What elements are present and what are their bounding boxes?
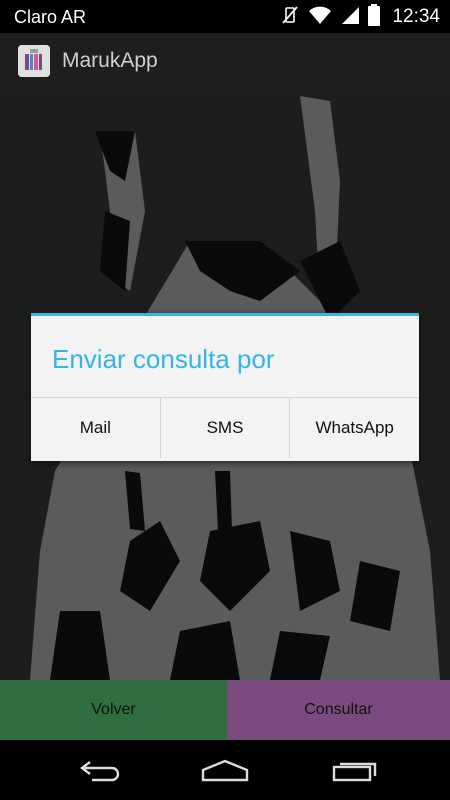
consult-button[interactable]: Consultar <box>227 680 450 740</box>
send-inquiry-dialog: Enviar consulta por Mail SMS WhatsApp <box>31 313 419 461</box>
back-button[interactable]: Volver <box>0 680 227 740</box>
sms-button[interactable]: SMS <box>161 398 291 458</box>
back-icon[interactable] <box>70 754 130 786</box>
system-nav-bar <box>0 740 450 800</box>
app-title: MarukApp <box>62 49 158 72</box>
app-icon[interactable] <box>18 45 50 77</box>
wifi-icon <box>308 5 332 30</box>
action-bar: MarukApp <box>0 33 450 91</box>
dialog-title: Enviar consulta por <box>52 344 275 374</box>
bottom-action-bar: Volver Consultar <box>0 680 450 740</box>
vibrate-off-icon <box>280 5 300 30</box>
status-icons: 12:34 <box>280 3 440 31</box>
mail-button[interactable]: Mail <box>31 398 161 458</box>
recents-icon[interactable] <box>325 754 385 786</box>
whatsapp-button[interactable]: WhatsApp <box>290 398 419 458</box>
clock: 12:34 <box>392 6 440 27</box>
dialog-button-row: Mail SMS WhatsApp <box>31 398 419 458</box>
carrier-name: Claro AR <box>14 7 87 27</box>
battery-icon <box>368 3 381 31</box>
status-bar: Claro AR 12:34 <box>0 0 450 33</box>
home-icon[interactable] <box>195 754 255 786</box>
signal-icon <box>340 5 360 30</box>
